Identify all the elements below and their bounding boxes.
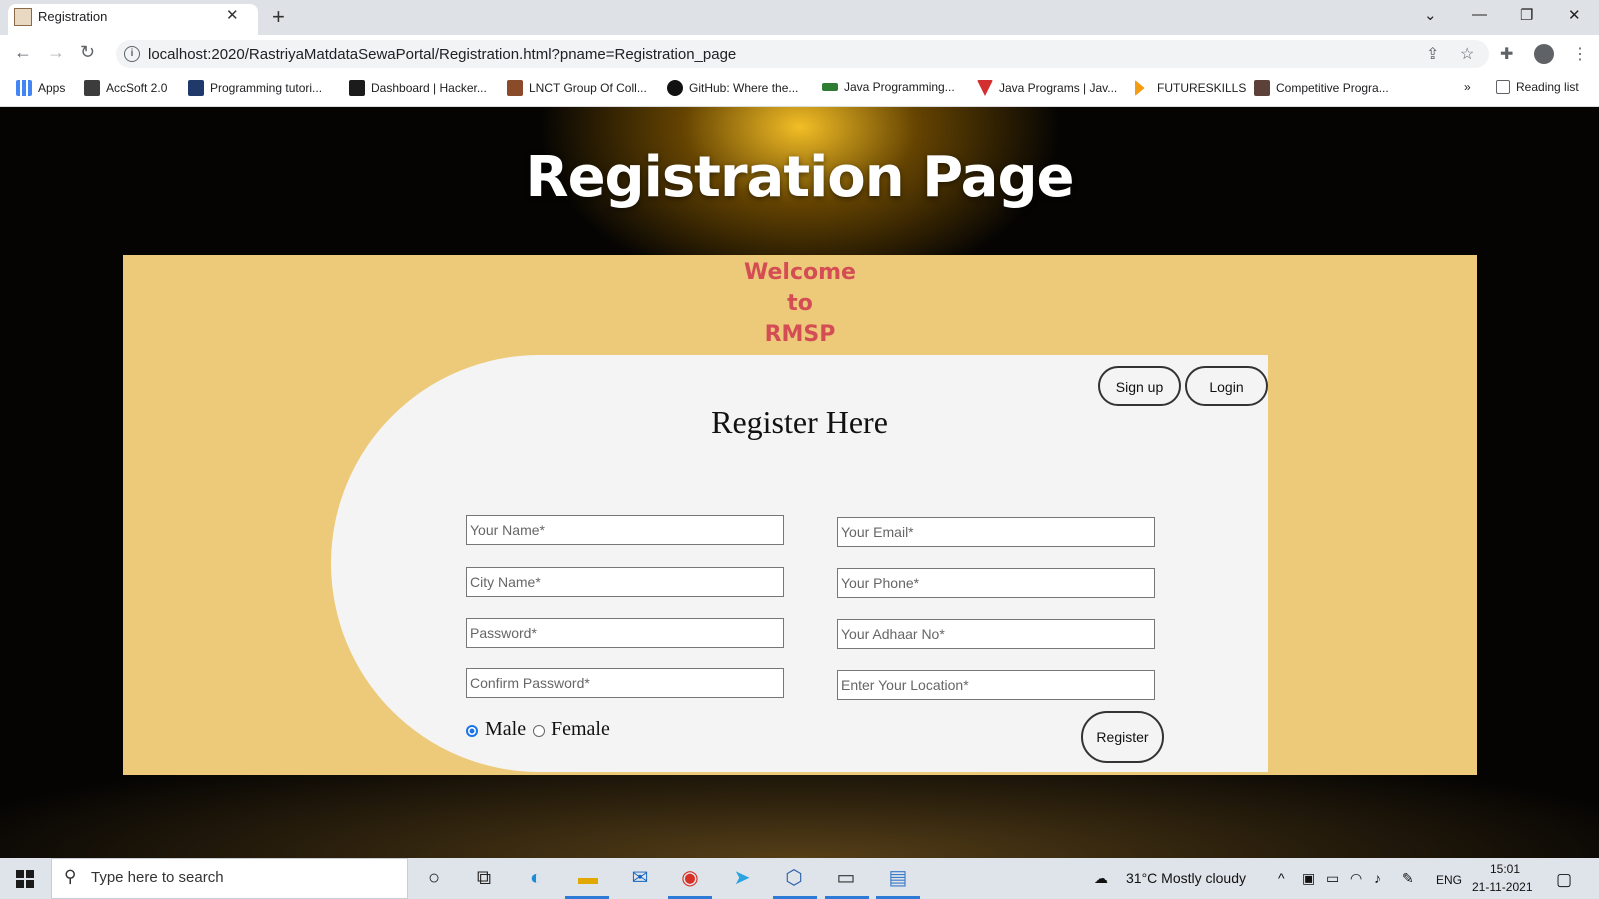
bookmark-java-programs[interactable]: Java Programs | Jav...	[977, 80, 1117, 96]
reading-list-button[interactable]: Reading list	[1496, 80, 1579, 94]
cc-icon	[1254, 80, 1270, 96]
network-drive-icon[interactable]: ▣	[1302, 870, 1315, 887]
welcome-line-2: to	[787, 291, 813, 316]
tab-close-icon[interactable]: ✕	[226, 6, 239, 24]
jp-icon	[977, 80, 993, 96]
windows-start-icon[interactable]	[16, 870, 34, 888]
location-input[interactable]	[837, 670, 1155, 700]
minimize-icon[interactable]: —	[1472, 6, 1487, 23]
mail-icon[interactable]: ✉	[628, 866, 652, 890]
gender-female-radio[interactable]	[533, 725, 545, 737]
welcome-text: Welcome to RMSP	[123, 257, 1477, 350]
forward-icon[interactable]: →	[47, 42, 65, 63]
gender-male-radio[interactable]	[466, 725, 478, 737]
wifi-icon[interactable]: ◠	[1350, 870, 1362, 887]
lnct-icon	[507, 80, 523, 96]
battery-icon[interactable]: ▭	[1326, 870, 1339, 887]
confirm-password-input[interactable]	[466, 668, 784, 698]
new-tab-button[interactable]: +	[272, 4, 285, 30]
language-indicator[interactable]: ENG	[1436, 873, 1462, 887]
file-explorer-icon[interactable]: ▬	[576, 866, 600, 890]
bookmark-label: Programming tutori...	[210, 81, 323, 95]
bookmark-label: AccSoft 2.0	[106, 81, 168, 95]
pen-icon[interactable]: ✎	[1402, 870, 1414, 887]
tab-title: Registration	[38, 9, 108, 24]
site-info-icon[interactable]: i	[124, 46, 140, 62]
welcome-line-3: RMSP	[764, 322, 836, 347]
bookmark-programming-tutorials[interactable]: Programming tutori...	[188, 80, 322, 96]
window-close-icon[interactable]: ✕	[1568, 6, 1581, 24]
register-title: Register Here	[711, 404, 888, 440]
gender-male-label: Male	[485, 718, 527, 740]
bookmark-label: Java Programs | Jav...	[999, 81, 1118, 95]
java-icon	[822, 83, 838, 91]
weather-text[interactable]: 31°C Mostly cloudy	[1126, 870, 1246, 886]
virtualbox-icon[interactable]: ⬡	[782, 866, 806, 890]
profile-avatar-icon[interactable]	[1534, 44, 1554, 64]
menu-kebab-icon[interactable]: ⋮	[1572, 44, 1588, 64]
bookmark-futureskills[interactable]: FUTURESKILLS	[1135, 80, 1246, 96]
bookmark-apps[interactable]: Apps	[16, 80, 65, 96]
bookmark-github[interactable]: GitHub: Where the...	[667, 80, 798, 96]
volume-icon[interactable]: ♪	[1374, 870, 1381, 886]
bookmark-competitive-programming[interactable]: Competitive Progra...	[1254, 80, 1389, 96]
bookmark-hackerrank[interactable]: Dashboard | Hacker...	[349, 80, 487, 96]
weather-cloud-icon[interactable]: ☁	[1094, 870, 1108, 887]
bookmark-label: Dashboard | Hacker...	[371, 81, 487, 95]
bookmark-label: Apps	[38, 81, 66, 95]
cortana-icon[interactable]: ○	[422, 866, 446, 890]
bookmark-java-programming[interactable]: Java Programming...	[822, 80, 955, 94]
bookmark-label: FUTURESKILLS	[1157, 81, 1247, 95]
reload-icon[interactable]: ↻	[80, 42, 95, 63]
bookmark-accsoft[interactable]: AccSoft 2.0	[84, 80, 167, 96]
bookmark-label: GitHub: Where the...	[689, 81, 799, 95]
welcome-line-1: Welcome	[744, 260, 856, 285]
reading-list-label: Reading list	[1516, 80, 1579, 94]
clock-time[interactable]: 15:01	[1490, 862, 1520, 876]
bookmark-lnct[interactable]: LNCT Group Of Coll...	[507, 80, 647, 96]
extensions-icon[interactable]: ✚	[1500, 44, 1513, 64]
terminal-icon[interactable]: ▭	[834, 866, 858, 890]
name-input[interactable]	[466, 515, 784, 545]
reading-list-icon	[1496, 80, 1510, 94]
more-bookmarks-icon[interactable]: »	[1464, 80, 1471, 94]
bookmark-star-icon[interactable]: ☆	[1460, 44, 1474, 64]
search-icon: ⚲	[64, 867, 77, 886]
back-icon[interactable]: ←	[14, 42, 32, 63]
page-heading: Registration Page	[525, 145, 1074, 210]
bookmark-label: LNCT Group Of Coll...	[529, 81, 647, 95]
register-button[interactable]: Register	[1081, 711, 1164, 763]
chrome-icon[interactable]: ◉	[678, 866, 702, 890]
hackerrank-icon	[349, 80, 365, 96]
gender-female-label: Female	[551, 718, 610, 740]
bookmark-label: Java Programming...	[844, 80, 955, 94]
telegram-icon[interactable]: ➤	[730, 866, 754, 890]
password-input[interactable]	[466, 618, 784, 648]
futureskills-icon	[1135, 80, 1145, 96]
github-icon	[667, 80, 683, 96]
notepad-icon[interactable]: ▤	[886, 866, 910, 890]
apps-grid-icon	[16, 80, 32, 96]
h-icon	[188, 80, 204, 96]
accsoft-icon	[84, 80, 100, 96]
tray-chevron-icon[interactable]: ^	[1278, 870, 1285, 886]
url-text[interactable]: localhost:2020/RastriyaMatdataSewaPortal…	[148, 46, 736, 63]
tab-search-chevron-icon[interactable]: ⌄	[1424, 6, 1437, 24]
tab-favicon-icon	[14, 8, 32, 26]
adhaar-input[interactable]	[837, 619, 1155, 649]
taskbar-search-placeholder[interactable]: Type here to search	[91, 869, 224, 886]
login-button[interactable]: Login	[1185, 366, 1268, 406]
clock-date[interactable]: 21-11-2021	[1472, 880, 1533, 894]
restore-icon[interactable]: ❐	[1520, 6, 1533, 24]
notifications-icon[interactable]: ▢	[1556, 870, 1572, 890]
city-input[interactable]	[466, 567, 784, 597]
email-input[interactable]	[837, 517, 1155, 547]
phone-input[interactable]	[837, 568, 1155, 598]
edge-icon[interactable]: ◐	[524, 866, 548, 890]
bookmark-label: Competitive Progra...	[1276, 81, 1389, 95]
share-icon[interactable]: ⇪	[1426, 44, 1439, 64]
task-view-icon[interactable]: ⧉	[472, 866, 496, 890]
signup-button[interactable]: Sign up	[1098, 366, 1181, 406]
